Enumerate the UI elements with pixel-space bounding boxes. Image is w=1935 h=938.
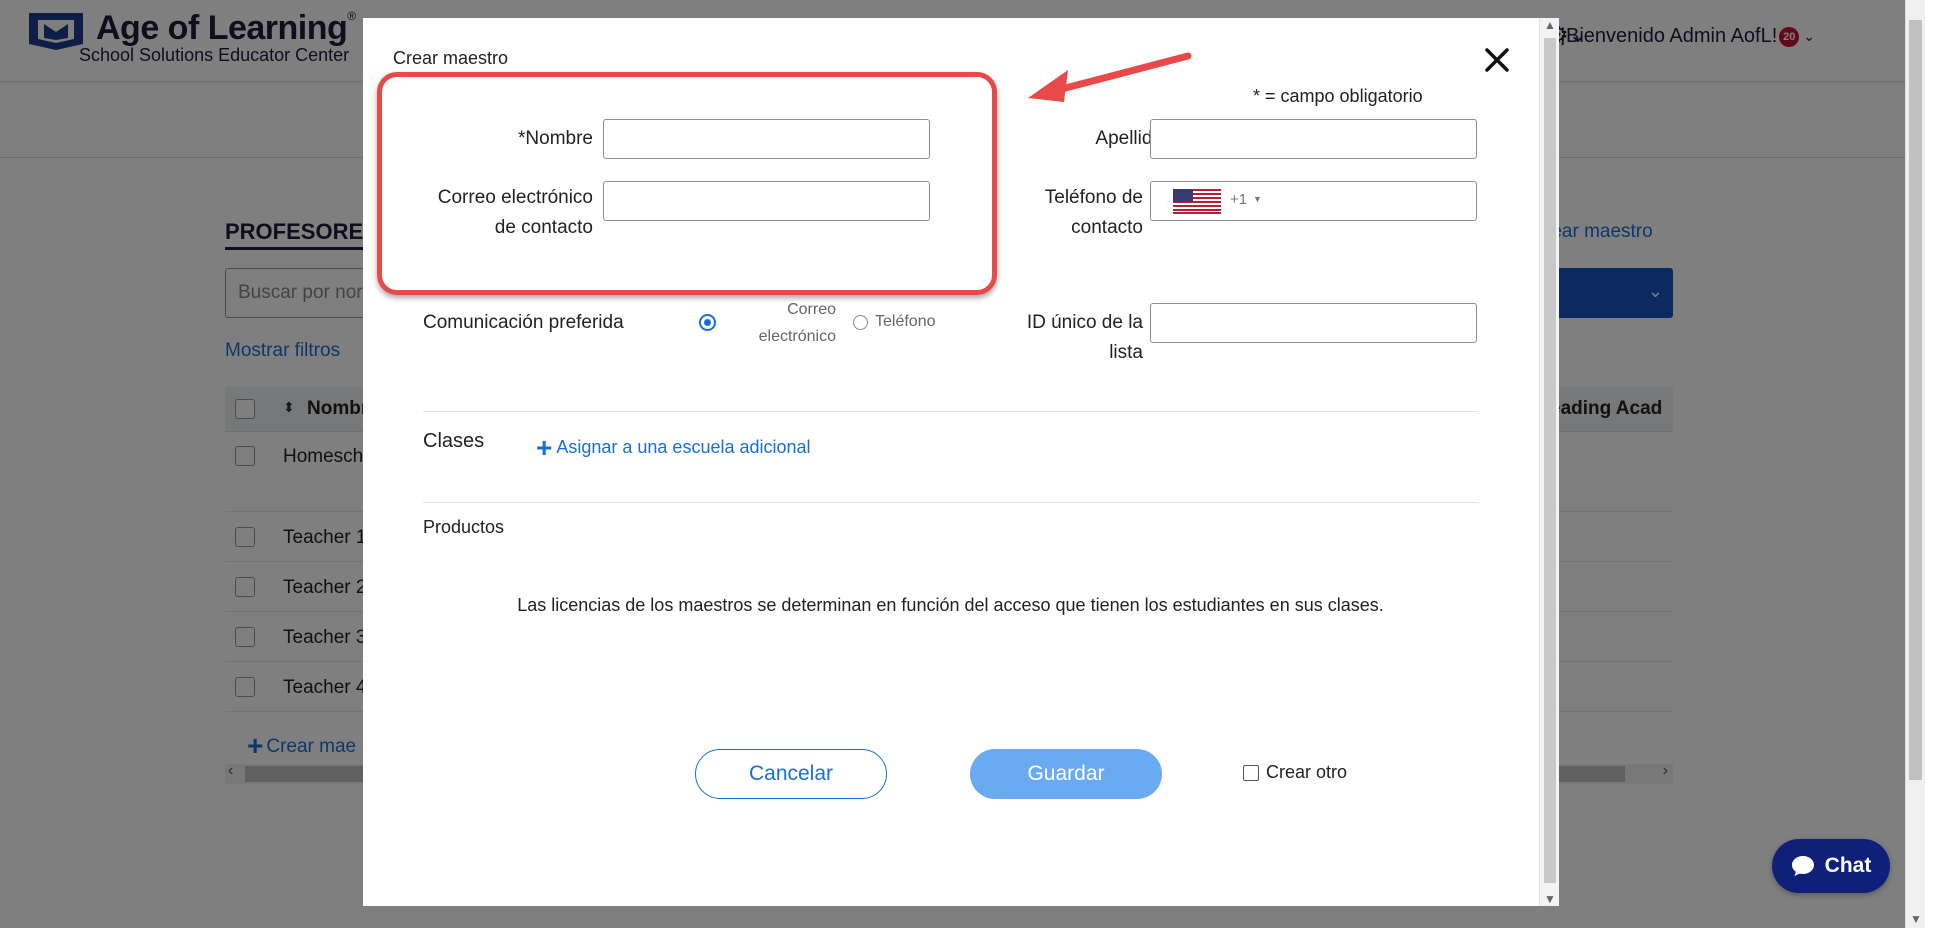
chat-label: Chat <box>1824 854 1872 877</box>
plus-icon: + <box>536 432 553 463</box>
assign-school-link[interactable]: + Asignar a una escuela adicional <box>536 432 811 464</box>
chevron-down-icon[interactable]: ▼ <box>1544 892 1556 906</box>
close-icon[interactable] <box>1481 44 1513 76</box>
phone-label: Teléfono de contacto <box>1044 187 1143 238</box>
cancel-button[interactable]: Cancelar <box>695 749 887 799</box>
us-flag-icon[interactable] <box>1173 189 1221 214</box>
phone-input[interactable]: +1 ▼ <box>1150 181 1477 221</box>
chat-button[interactable]: Chat <box>1772 839 1890 893</box>
required-note: * = campo obligatorio <box>1253 86 1423 106</box>
chevron-up-icon[interactable]: ▲ <box>1544 18 1556 32</box>
create-another-checkbox[interactable] <box>1243 765 1259 781</box>
radio-selected-dot <box>704 319 711 326</box>
scrollbar-thumb[interactable] <box>1544 38 1556 883</box>
create-another-label[interactable]: Crear otro <box>1266 762 1347 783</box>
classes-title: Clases <box>423 430 485 452</box>
products-title: Productos <box>423 517 505 537</box>
last-name-input[interactable] <box>1150 119 1477 159</box>
annotation-highlight <box>377 72 997 295</box>
divider <box>423 411 1478 412</box>
radio-phone[interactable] <box>853 315 868 330</box>
save-button[interactable]: Guardar <box>970 749 1162 799</box>
modal-title: Crear maestro <box>393 48 509 68</box>
divider <box>423 502 1478 503</box>
last-name-label: Apellido <box>1095 128 1163 149</box>
annotation-arrow-icon <box>1028 52 1192 102</box>
list-id-label: ID único de la lista <box>1026 312 1143 363</box>
window-scrollbar[interactable]: ▼ <box>1905 0 1925 928</box>
radio-email-label[interactable]: Correo electrónico <box>728 296 836 350</box>
radio-email[interactable] <box>699 314 716 331</box>
license-text: Las licencias de los maestros se determi… <box>517 595 1384 615</box>
caret-down-icon[interactable]: ▼ <box>1253 194 1262 204</box>
radio-phone-label[interactable]: Teléfono <box>875 313 936 331</box>
list-id-input[interactable] <box>1150 303 1477 343</box>
chat-bubble-icon <box>1791 856 1814 876</box>
preferred-communication-label: Comunicación preferida <box>423 312 624 333</box>
scrollbar-thumb[interactable] <box>1909 20 1922 780</box>
modal-scrollbar[interactable]: ▲ ▼ <box>1539 18 1559 906</box>
chevron-down-icon[interactable]: ▼ <box>1910 912 1922 926</box>
phone-country-code[interactable]: +1 <box>1230 191 1247 208</box>
